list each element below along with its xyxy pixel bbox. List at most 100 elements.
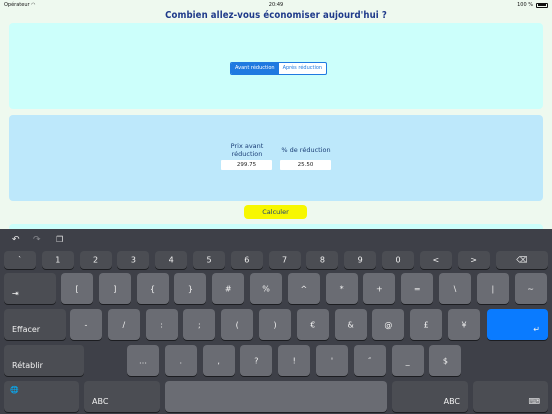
key-row4-4-label: !: [292, 356, 296, 365]
key-row1-6-label: 6: [244, 255, 250, 265]
key-row1-0-label: `: [18, 255, 22, 265]
key-row1-2-label: 2: [93, 255, 99, 265]
key-row1-3[interactable]: 3: [117, 251, 150, 269]
key-row2-4[interactable]: #: [212, 273, 245, 304]
key-row3-6[interactable]: €: [296, 309, 329, 340]
key-row2-1[interactable]: ]: [98, 273, 131, 304]
key-row1-7-label: 7: [282, 255, 288, 265]
key-row2-9-label: =: [413, 284, 421, 293]
key-row2-3[interactable]: }: [174, 273, 207, 304]
key-row2-10[interactable]: \: [439, 273, 471, 304]
key-row3-3-label: ;: [198, 320, 201, 329]
key-row2-12[interactable]: ~: [514, 273, 547, 304]
space-key[interactable]: [165, 381, 387, 412]
key-row4-8-label: $: [442, 356, 448, 365]
segment-after-discount[interactable]: Après réduction: [279, 63, 327, 74]
effacer-key-label: Effacer: [12, 325, 41, 334]
key-row3-5[interactable]: ): [259, 309, 291, 340]
key-row4-4[interactable]: !: [278, 345, 311, 376]
key-row1-8[interactable]: 8: [306, 251, 339, 269]
discount-input[interactable]: 25.50: [280, 160, 331, 170]
key-row3-5-label: ): [273, 320, 277, 329]
key-row1-11[interactable]: <: [419, 251, 452, 269]
key-row3-4[interactable]: (: [221, 309, 254, 340]
price-input[interactable]: 299.75: [221, 160, 272, 170]
key-row1-0[interactable]: `: [4, 251, 36, 269]
key-row2-7[interactable]: *: [325, 273, 358, 304]
key-row2-7-label: *: [339, 284, 344, 293]
retablir-key-label: Rétablir: [12, 361, 43, 370]
key-row2-6-label: ^: [300, 284, 308, 293]
paste-icon[interactable]: ❐: [56, 235, 63, 244]
retablir-key[interactable]: Rétablir: [4, 345, 84, 376]
key-row3-7[interactable]: &: [334, 309, 367, 340]
key-row3-3[interactable]: ;: [183, 309, 216, 340]
delete-key[interactable]: ⌫: [496, 251, 548, 269]
key-row1-12[interactable]: >: [457, 251, 490, 269]
key-row1-7[interactable]: 7: [268, 251, 301, 269]
key-row4-0[interactable]: …: [127, 345, 159, 376]
key-row2-2[interactable]: {: [136, 273, 169, 304]
key-row3-1-label: /: [122, 320, 126, 329]
key-row2-6[interactable]: ^: [287, 273, 320, 304]
key-row1-5[interactable]: 5: [193, 251, 225, 269]
delete-key-label: ⌫: [516, 255, 528, 265]
mode-segmented-control[interactable]: Avant réduction Après réduction: [230, 62, 328, 75]
key-row1-1[interactable]: 1: [41, 251, 74, 269]
key-row4-1[interactable]: .: [164, 345, 197, 376]
redo-icon[interactable]: ↷: [33, 235, 41, 245]
key-row4-7-label: _: [405, 356, 410, 365]
key-row3-10[interactable]: ¥: [448, 309, 480, 340]
tab-key[interactable]: ⇥: [4, 273, 56, 304]
clock: 20:49: [268, 2, 284, 8]
key-row4-0-label: …: [139, 356, 147, 365]
segment-before-discount[interactable]: Avant réduction: [231, 63, 279, 74]
key-row1-8-label: 8: [319, 255, 325, 265]
key-row4-7[interactable]: _: [391, 345, 424, 376]
key-row2-8-label: +: [376, 284, 383, 293]
tab-key-label: ⇥: [12, 289, 19, 298]
hide-keyboard-key[interactable]: ⌨: [473, 381, 548, 412]
key-row2-5[interactable]: %: [250, 273, 282, 304]
battery-icon: [536, 2, 548, 8]
key-row2-9[interactable]: =: [401, 273, 434, 304]
key-row2-2-label: {: [150, 284, 156, 293]
key-row1-6[interactable]: 6: [230, 251, 263, 269]
key-row1-4[interactable]: 4: [155, 251, 188, 269]
key-row3-9[interactable]: £: [410, 309, 443, 340]
undo-icon[interactable]: ↶: [12, 235, 20, 245]
key-row2-11[interactable]: |: [476, 273, 509, 304]
discount-label: % de réduction: [281, 146, 331, 154]
return-key[interactable]: ↵: [487, 309, 548, 340]
key-row2-0[interactable]: [: [61, 273, 93, 304]
key-row3-2[interactable]: :: [145, 309, 178, 340]
key-row4-3[interactable]: ?: [240, 345, 273, 376]
effacer-key[interactable]: Effacer: [4, 309, 66, 340]
key-row3-0-label: -: [84, 320, 88, 329]
key-row2-4-label: #: [224, 284, 232, 293]
globe-key[interactable]: 🌐: [4, 381, 79, 412]
key-row3-8[interactable]: @: [372, 309, 405, 340]
abc-key-right[interactable]: ABC: [392, 381, 468, 412]
key-row1-11-label: <: [432, 255, 440, 265]
inputs-panel: [9, 115, 543, 201]
key-row4-2[interactable]: ,: [202, 345, 235, 376]
key-row1-9[interactable]: 9: [344, 251, 377, 269]
key-row1-10[interactable]: 0: [382, 251, 414, 269]
calculate-button[interactable]: Calculer: [244, 205, 307, 219]
key-row3-0[interactable]: -: [70, 309, 102, 340]
key-row4-6[interactable]: ″: [353, 345, 386, 376]
key-row2-8[interactable]: +: [363, 273, 396, 304]
key-row1-3-label: 3: [130, 255, 136, 265]
abc-key-left[interactable]: ABC: [84, 381, 160, 412]
key-row2-0-label: [: [75, 284, 79, 293]
key-row4-5[interactable]: ': [316, 345, 348, 376]
key-row1-1-label: 1: [55, 255, 61, 265]
key-row4-8[interactable]: $: [429, 345, 462, 376]
key-row3-7-label: &: [347, 320, 354, 329]
key-row1-2[interactable]: 2: [79, 251, 112, 269]
globe-key-label: 🌐: [10, 386, 19, 394]
key-row3-6-label: €: [310, 320, 316, 329]
price-label: Prix avant réduction: [230, 142, 264, 158]
key-row3-1[interactable]: /: [107, 309, 140, 340]
